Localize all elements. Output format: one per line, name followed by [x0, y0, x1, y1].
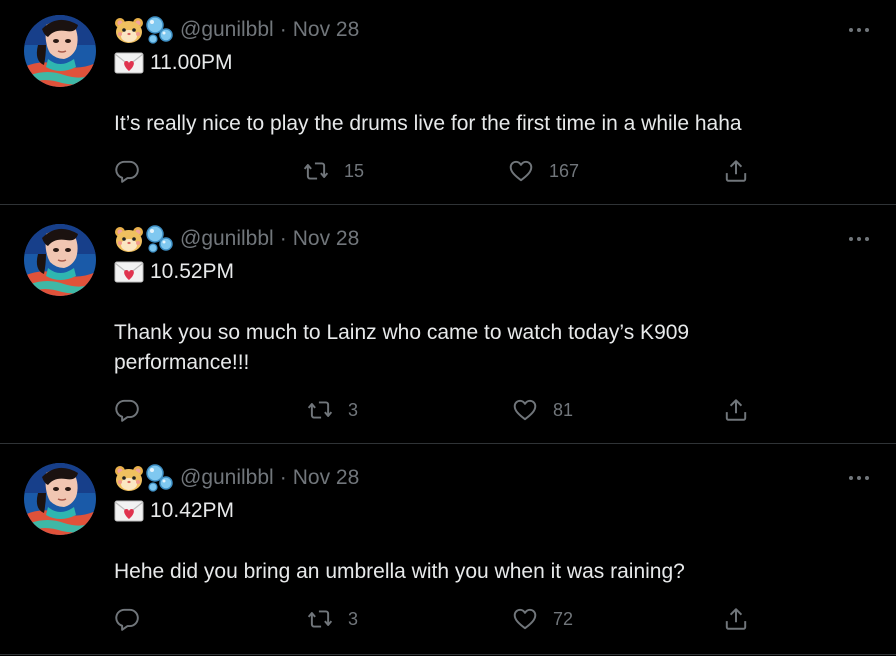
hamster-face-icon [114, 224, 144, 254]
tweet-date[interactable]: Nov 28 [293, 18, 360, 42]
tweet-time-text: 10.42PM [150, 499, 235, 522]
user-handle[interactable]: @gunilbbl [180, 227, 274, 251]
tweet-time-line: 10.52PM [114, 258, 234, 286]
tweet-time-text: 11.00PM [150, 51, 233, 74]
share-icon [723, 606, 749, 632]
heart-icon [507, 158, 535, 184]
reply-icon [114, 158, 140, 184]
heart-icon [511, 397, 539, 423]
tweet-text: Hehe did you bring an umbrella with you … [114, 560, 685, 583]
tweet-date[interactable]: Nov 28 [293, 466, 360, 490]
bubbles-icon [144, 224, 174, 254]
tweet-date[interactable]: Nov 28 [293, 227, 360, 251]
tweet-text: It’s really nice to play the drums live … [114, 112, 742, 135]
reply-button[interactable] [114, 606, 140, 632]
retweet-button[interactable]: 3 [306, 397, 358, 423]
more-dots-icon[interactable] [846, 468, 872, 488]
tweet-time-text: 10.52PM [150, 260, 235, 283]
like-count: 167 [549, 160, 580, 181]
tweet[interactable]: @gunilbbl · Nov 28 10.52PM Thank you so … [0, 205, 896, 443]
tweet[interactable]: @gunilbbl · Nov 28 11.00PM It’s really n… [0, 0, 896, 204]
tweet-header: @gunilbbl · Nov 28 [114, 15, 359, 45]
tweet-time-line: 10.42PM [114, 497, 234, 525]
tweet-divider [0, 654, 896, 655]
retweet-count: 3 [348, 608, 359, 629]
separator-dot: · [279, 466, 287, 489]
reply-button[interactable] [114, 397, 140, 423]
share-icon [723, 397, 749, 423]
love-letter-icon [114, 260, 144, 284]
retweet-button[interactable]: 3 [306, 606, 358, 632]
share-button[interactable] [723, 158, 749, 184]
reply-icon [114, 397, 140, 423]
tweet[interactable]: @gunilbbl · Nov 28 10.42PM Hehe did you … [0, 444, 896, 654]
user-handle[interactable]: @gunilbbl [180, 466, 274, 490]
retweet-icon [306, 397, 334, 423]
separator-dot: · [279, 18, 287, 41]
retweet-count: 15 [344, 160, 365, 181]
hamster-face-icon [114, 15, 144, 45]
separator-dot: · [279, 227, 287, 250]
avatar[interactable] [24, 224, 96, 296]
like-count: 72 [553, 608, 574, 629]
tweet-time-line: 11.00PM [114, 49, 233, 77]
reply-icon [114, 606, 140, 632]
bubbles-icon [144, 463, 174, 493]
more-dots-icon[interactable] [846, 20, 872, 40]
avatar[interactable] [24, 15, 96, 87]
tweet-text: Thank you so much to Lainz who came to w… [114, 321, 690, 374]
like-button[interactable]: 81 [511, 397, 573, 423]
share-icon [723, 158, 749, 184]
like-count: 81 [553, 399, 574, 420]
more-dots-icon[interactable] [846, 229, 872, 249]
avatar[interactable] [24, 463, 96, 535]
retweet-count: 3 [348, 399, 359, 420]
retweet-button[interactable]: 15 [302, 158, 364, 184]
like-button[interactable]: 72 [511, 606, 573, 632]
share-button[interactable] [723, 606, 749, 632]
retweet-icon [302, 158, 330, 184]
retweet-icon [306, 606, 334, 632]
share-button[interactable] [723, 397, 749, 423]
user-handle[interactable]: @gunilbbl [180, 18, 274, 42]
love-letter-icon [114, 51, 144, 75]
hamster-face-icon [114, 463, 144, 493]
tweet-header: @gunilbbl · Nov 28 [114, 224, 359, 254]
reply-button[interactable] [114, 158, 140, 184]
bubbles-icon [144, 15, 174, 45]
heart-icon [511, 606, 539, 632]
love-letter-icon [114, 499, 144, 523]
tweet-header: @gunilbbl · Nov 28 [114, 463, 359, 493]
like-button[interactable]: 167 [507, 158, 579, 184]
